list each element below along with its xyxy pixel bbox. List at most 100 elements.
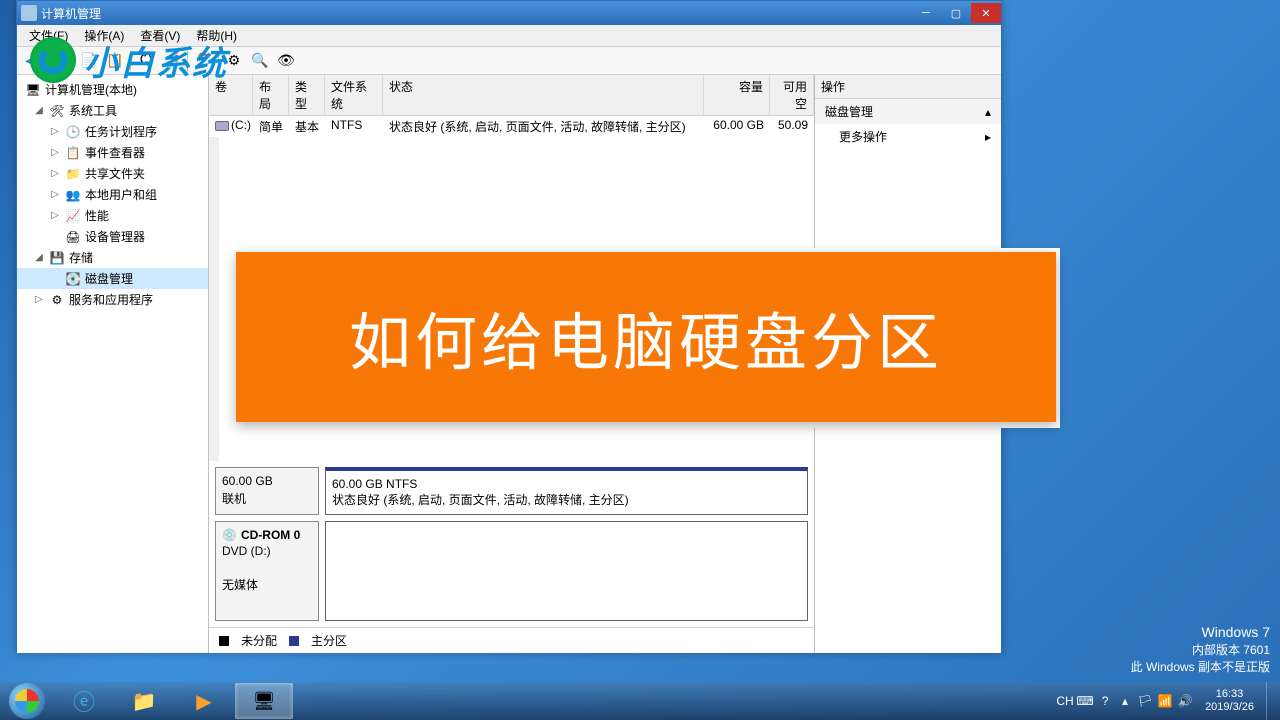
collapse-icon[interactable]: ◢	[33, 252, 45, 263]
tree-label: 磁盘管理	[85, 270, 133, 287]
tools-icon: 🛠	[49, 103, 65, 119]
chevron-up-icon[interactable]: ▴	[1117, 693, 1133, 709]
volume-icon[interactable]: 🔊	[1177, 693, 1193, 709]
tree-label: 本地用户和组	[85, 186, 157, 203]
expand-icon[interactable]: ▷	[33, 294, 45, 305]
volume-list[interactable]: 卷 布局 类型 文件系统 状态 容量 可用空 (C:) 简单 基本 NTFS 状…	[209, 75, 814, 137]
tree-performance[interactable]: ▷ 📈 性能	[17, 205, 208, 226]
cdrom-label[interactable]: 💿CD-ROM 0 DVD (D:) 无媒体	[215, 521, 319, 621]
header-volume[interactable]: 卷	[209, 75, 253, 115]
taskbar-media-player[interactable]: ▶	[175, 683, 233, 719]
disk-0-row[interactable]: 60.00 GB 联机 60.00 GB NTFS 状态良好 (系统, 启动, …	[215, 467, 808, 515]
expand-icon[interactable]: ▷	[49, 126, 61, 137]
menu-help[interactable]: 帮助(H)	[188, 25, 245, 46]
header-filesystem[interactable]: 文件系统	[325, 75, 383, 115]
actions-more[interactable]: 更多操作 ▸	[815, 124, 1001, 149]
titlebar[interactable]: 计算机管理 ─ ▢ ✕	[17, 1, 1001, 25]
actions-disk-mgmt[interactable]: 磁盘管理 ▴	[815, 99, 1001, 124]
disk-0-label[interactable]: 60.00 GB 联机	[215, 467, 319, 515]
cdrom-partition[interactable]	[325, 521, 808, 621]
disk-icon: 💽	[65, 271, 81, 287]
refresh-button[interactable]: 🗘	[135, 50, 157, 72]
action-center-icon[interactable]: 🏳	[1137, 693, 1153, 709]
tree-label: 服务和应用程序	[69, 291, 153, 308]
tree-storage[interactable]: ◢ 💾 存储	[17, 247, 208, 268]
tree-task-scheduler[interactable]: ▷ 🕒 任务计划程序	[17, 121, 208, 142]
clock-icon: 🕒	[65, 124, 81, 140]
header-free[interactable]: 可用空	[770, 75, 814, 115]
watermark-line3: 此 Windows 副本不是正版	[1131, 659, 1270, 676]
forward-button[interactable]: ▶	[47, 50, 69, 72]
event-icon: 📋	[65, 145, 81, 161]
volume-icon	[215, 121, 229, 131]
tree-disk-management[interactable]: 💽 磁盘管理	[17, 268, 208, 289]
taskbar-explorer[interactable]: 📁	[115, 683, 173, 719]
collapse-icon[interactable]: ◢	[33, 105, 45, 116]
up-button[interactable]: 📄	[78, 50, 100, 72]
tree-label: 存储	[69, 249, 93, 266]
expand-icon[interactable]: ▷	[49, 189, 61, 200]
expand-icon[interactable]: ▷	[49, 168, 61, 179]
header-layout[interactable]: 布局	[253, 75, 289, 115]
taskbar-ie[interactable]: ⓔ	[55, 683, 113, 719]
tree-system-tools[interactable]: ◢ 🛠 系统工具	[17, 100, 208, 121]
expand-icon[interactable]: ▷	[49, 210, 61, 221]
taskbar[interactable]: ⓔ 📁 ▶ 🖥 CH ⌨ ? ▴ 🏳 📶 🔊 16:33 2019/3/26	[0, 682, 1280, 720]
help-tray-icon[interactable]: ?	[1097, 693, 1113, 709]
menu-action[interactable]: 操作(A)	[76, 25, 132, 46]
help-button[interactable]: ❓	[192, 50, 214, 72]
cell-capacity: 60.00 GB	[704, 116, 770, 137]
navigation-tree[interactable]: 🖥 计算机管理(本地) ◢ 🛠 系统工具 ▷ 🕒 任务计划程序 ▷ 📋 事件查看…	[17, 75, 209, 653]
header-status[interactable]: 状态	[383, 75, 704, 115]
show-desktop-button[interactable]	[1266, 682, 1276, 720]
computer-icon: 🖥	[25, 82, 41, 98]
volume-header-row: 卷 布局 类型 文件系统 状态 容量 可用空	[209, 75, 814, 116]
cell-status: 状态良好 (系统, 启动, 页面文件, 活动, 故障转储, 主分区)	[383, 116, 704, 137]
properties-button[interactable]: 📋	[104, 50, 126, 72]
windows-orb-icon	[9, 683, 45, 719]
tree-services-apps[interactable]: ▷ ⚙ 服务和应用程序	[17, 289, 208, 310]
partition-c[interactable]: 60.00 GB NTFS 状态良好 (系统, 启动, 页面文件, 活动, 故障…	[325, 467, 808, 515]
tree-label: 性能	[85, 207, 109, 224]
tree-device-manager[interactable]: 🖨 设备管理器	[17, 226, 208, 247]
disk-size: 60.00 GB	[222, 474, 312, 488]
tree-root[interactable]: 🖥 计算机管理(本地)	[17, 79, 208, 100]
clock-date: 2019/3/26	[1205, 701, 1254, 714]
tree-label: 共享文件夹	[85, 165, 145, 182]
view-button[interactable]: 👁	[275, 50, 297, 72]
header-type[interactable]: 类型	[289, 75, 325, 115]
device-icon: 🖨	[65, 229, 81, 245]
volume-row-c[interactable]: (C:) 简单 基本 NTFS 状态良好 (系统, 启动, 页面文件, 活动, …	[209, 116, 814, 137]
maximize-button[interactable]: ▢	[941, 3, 971, 23]
menu-view[interactable]: 查看(V)	[132, 25, 188, 46]
clock[interactable]: 16:33 2019/3/26	[1199, 688, 1260, 714]
activation-watermark: Windows 7 内部版本 7601 此 Windows 副本不是正版	[1131, 623, 1270, 676]
expand-icon[interactable]: ▷	[49, 147, 61, 158]
settings-button[interactable]: ⚙	[223, 50, 245, 72]
cell-filesystem: NTFS	[325, 116, 383, 137]
actions-label: 磁盘管理	[825, 103, 873, 120]
header-capacity[interactable]: 容量	[704, 75, 770, 115]
ime-indicator[interactable]: CH	[1057, 693, 1073, 709]
tree-local-users[interactable]: ▷ 👥 本地用户和组	[17, 184, 208, 205]
export-button[interactable]: 📑	[161, 50, 183, 72]
tree-event-viewer[interactable]: ▷ 📋 事件查看器	[17, 142, 208, 163]
zoom-button[interactable]: 🔍	[249, 50, 271, 72]
tree-label: 任务计划程序	[85, 123, 157, 140]
separator	[187, 51, 188, 71]
taskbar-computer-management[interactable]: 🖥	[235, 683, 293, 719]
cdrom-row[interactable]: 💿CD-ROM 0 DVD (D:) 无媒体	[215, 521, 808, 621]
close-button[interactable]: ✕	[971, 3, 1001, 23]
minimize-button[interactable]: ─	[911, 3, 941, 23]
tree-shared-folders[interactable]: ▷ 📁 共享文件夹	[17, 163, 208, 184]
network-icon[interactable]: 📶	[1157, 693, 1173, 709]
keyboard-icon[interactable]: ⌨	[1077, 693, 1093, 709]
cdrom-name: CD-ROM 0	[241, 528, 300, 542]
separator	[130, 51, 131, 71]
back-button[interactable]: ◀	[21, 50, 43, 72]
tutorial-banner: 如何给电脑硬盘分区	[236, 252, 1056, 422]
menu-file[interactable]: 文件(F)	[21, 25, 76, 46]
start-button[interactable]	[0, 682, 54, 720]
cdrom-icon: 💿	[222, 528, 237, 542]
window-title: 计算机管理	[41, 5, 911, 22]
